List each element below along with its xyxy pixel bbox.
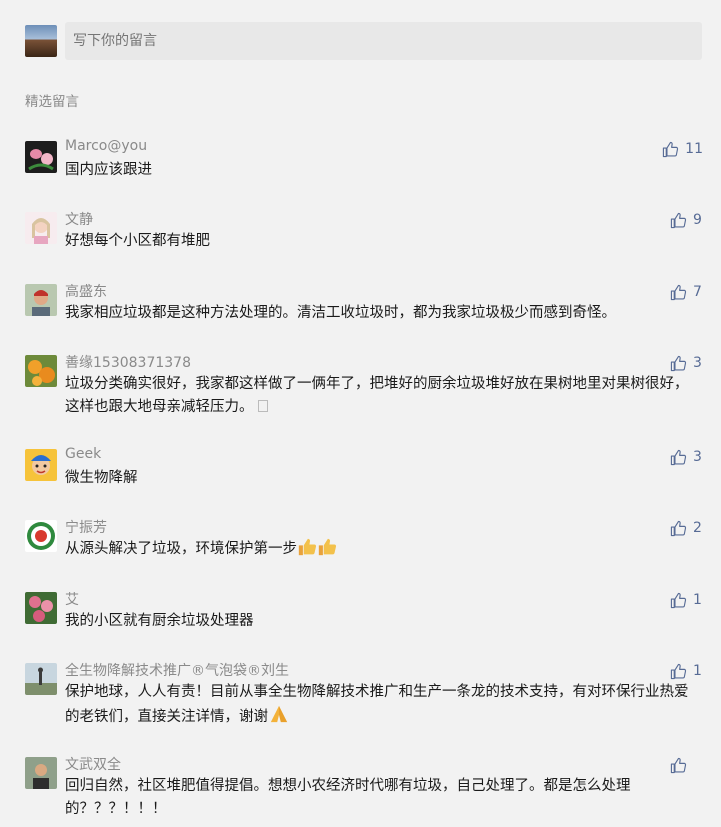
like-button[interactable]: 1 [670,590,703,610]
comment-text: 垃圾分类确实很好，我家都这样做了一俩年了，把堆好的厨余垃圾堆好放在果树地里对果树… [65,373,693,419]
comment-author[interactable]: 高盛东 [65,281,107,301]
featured-comments-title: 精选留言 [25,94,79,110]
current-user-avatar [25,25,57,57]
comment-text: 微生物降解 [65,470,138,486]
comment-input[interactable] [65,22,702,60]
comment-author[interactable]: 文静 [65,209,93,229]
like-count: 9 [693,212,702,228]
thumbs-up-icon [670,757,687,773]
portrait-avatar[interactable] [25,757,57,789]
fruit-avatar[interactable] [25,355,57,387]
comment-text: 保护地球，人人有责！目前从事全生物降解技术推广和生产一条龙的技术支持，有对环保行… [65,681,693,729]
comment-text: 回归自然，社区堆肥值得提倡。想想小农经济时代哪有垃圾，自己处理了。都是怎么处理的… [65,778,631,817]
thumbs-up-icon [670,663,687,679]
thumbs-up-icon [670,284,687,300]
man-red-avatar[interactable] [25,284,57,316]
comment-author[interactable]: 文武双全 [65,754,121,774]
like-count: 11 [685,141,703,157]
thumbs-up-emoji-icon [298,538,317,556]
thumbs-up-icon [670,592,687,608]
thumbs-up-icon [670,355,687,371]
thumbs-up-icon [663,141,679,157]
like-button[interactable]: 11 [662,139,703,159]
thumbs-up-icon [670,212,687,228]
comment-text: 好想每个小区都有堆肥 [65,233,210,249]
comment-author[interactable]: 艾 [65,589,79,609]
comment-text: 我家相应垃圾都是这种方法处理的。清洁工收垃圾时，都为我家垃圾极少而感到奇怪。 [65,305,616,321]
comment-text: 从源头解决了垃圾，环境保护第一步 [65,538,693,561]
cartoon-avatar[interactable] [25,449,57,481]
girl-avatar[interactable] [25,212,57,244]
like-button[interactable]: 7 [670,282,703,302]
comment-text-body: 从源头解决了垃圾，环境保护第一步 [65,541,297,557]
write-comment-bar [25,22,702,60]
thumbs-up-icon [670,449,687,465]
comment-text: 我的小区就有厨余垃圾处理器 [65,613,254,629]
like-button[interactable]: 9 [670,210,703,230]
missing-glyph-icon [257,400,268,412]
comment-author[interactable]: 宁振芳 [65,517,107,537]
comment-text-body: 保护地球，人人有责！目前从事全生物降解技术推广和生产一条龙的技术支持，有对环保行… [65,684,689,725]
like-count: 1 [693,592,702,608]
thumbs-up-icon [670,520,687,536]
like-count: 7 [693,284,702,300]
comment-text-body: 垃圾分类确实很好，我家都这样做了一俩年了，把堆好的厨余垃圾堆好放在果树地里对果树… [65,376,689,415]
like-button[interactable]: 1 [670,661,703,681]
like-count: 3 [693,449,702,465]
comment-author[interactable]: Geek [65,446,101,462]
comment-author[interactable]: 全生物降解技术推广®气泡袋®刘生 [65,660,289,680]
comment-author[interactable]: Marco@you [65,138,147,154]
flower-avatar[interactable] [25,592,57,624]
folded-hands-emoji-icon [270,705,288,723]
like-button[interactable] [670,755,703,775]
lotus-avatar[interactable] [25,141,57,173]
like-button[interactable]: 2 [670,518,703,538]
like-count: 2 [693,520,702,536]
landscape-avatar[interactable] [25,663,57,695]
badge-avatar[interactable] [25,520,57,552]
thumbs-up-emoji-icon [318,538,337,556]
like-count: 1 [693,663,702,679]
comment-author[interactable]: 善缘15308371378 [65,352,191,372]
like-button[interactable]: 3 [670,353,703,373]
comment-text: 国内应该跟进 [65,162,152,178]
like-count: 3 [693,355,702,371]
like-button[interactable]: 3 [670,447,703,467]
